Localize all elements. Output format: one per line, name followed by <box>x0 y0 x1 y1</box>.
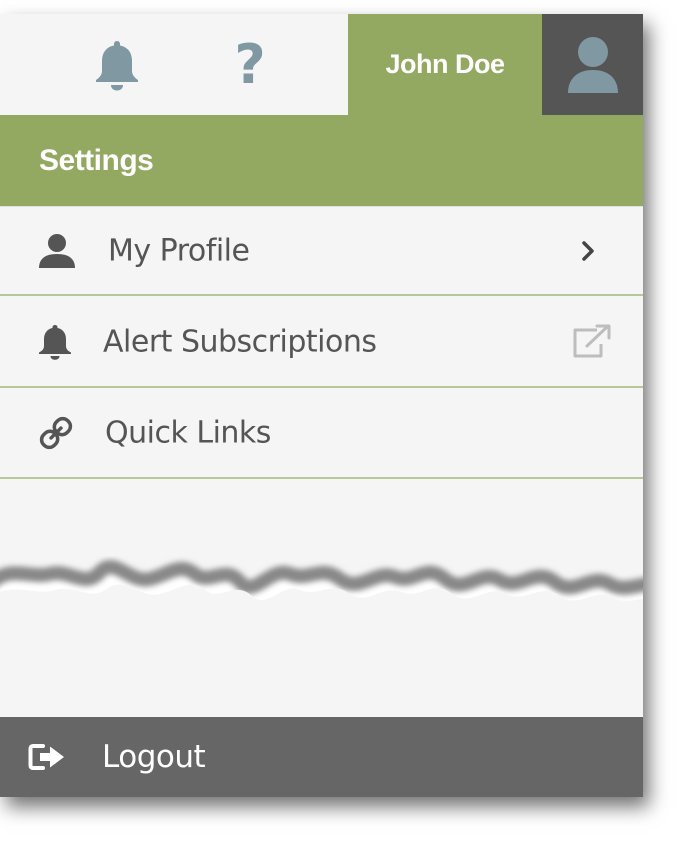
external-link-icon[interactable] <box>571 324 613 360</box>
settings-header: Settings <box>0 115 643 206</box>
user-name-tab[interactable]: John Doe <box>348 14 542 115</box>
chevron-right-icon <box>581 240 595 261</box>
torn-edge-divider <box>0 560 643 644</box>
logout-button[interactable]: Logout <box>0 717 643 797</box>
menu-item-label: Quick Links <box>105 415 271 451</box>
user-menu-panel: ? John Doe Settings My Profile Alert Sub… <box>0 14 643 797</box>
question-icon: ? <box>234 32 266 96</box>
avatar-button[interactable] <box>542 14 643 115</box>
menu-item-quick-links[interactable]: Quick Links <box>0 389 643 479</box>
settings-title: Settings <box>39 144 154 177</box>
sign-out-icon <box>28 742 68 772</box>
bell-icon <box>96 40 138 90</box>
help-button[interactable]: ? <box>205 14 295 115</box>
bell-icon <box>38 324 72 360</box>
user-avatar-icon <box>567 36 618 93</box>
link-icon <box>38 415 74 451</box>
top-bar: ? John Doe <box>0 14 643 115</box>
menu-item-my-profile[interactable]: My Profile <box>0 206 643 296</box>
logout-label: Logout <box>102 739 206 775</box>
menu-item-label: My Profile <box>108 233 250 268</box>
menu-item-alert-subscriptions[interactable]: Alert Subscriptions <box>0 298 643 388</box>
menu-item-label: Alert Subscriptions <box>103 324 377 360</box>
notifications-button[interactable] <box>72 14 162 115</box>
user-name: John Doe <box>385 49 505 79</box>
user-icon <box>38 233 76 269</box>
